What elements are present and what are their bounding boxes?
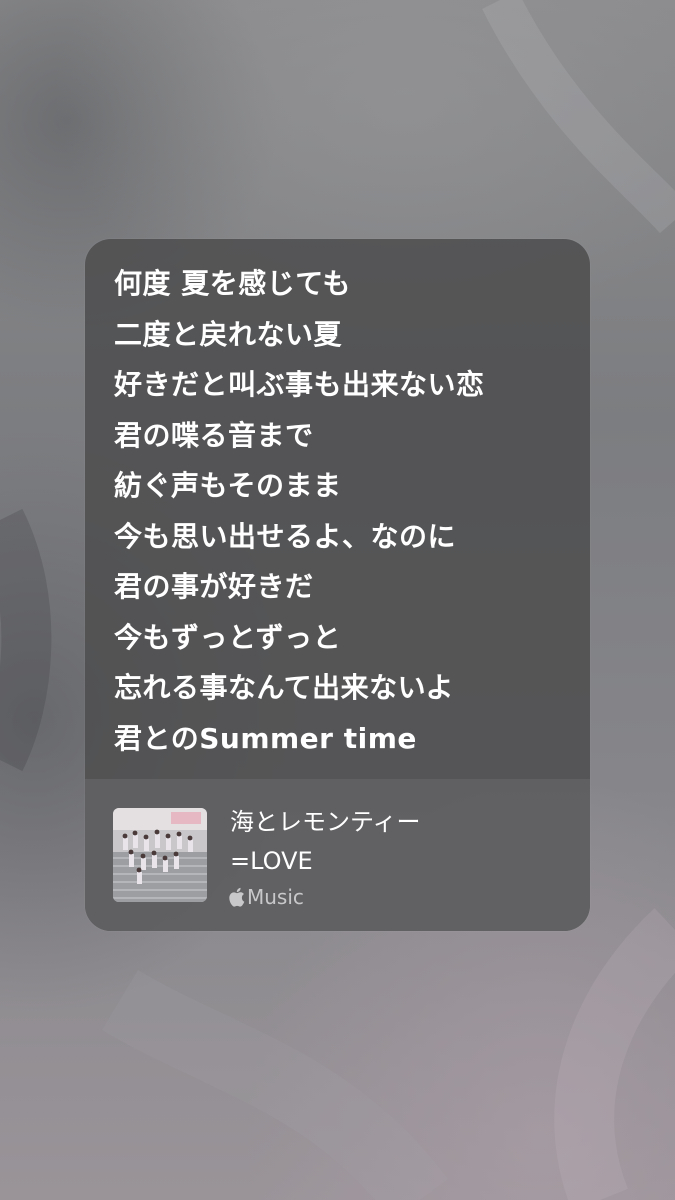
lyric-line: 好きだと叫ぶ事も出来ない恋 [114, 368, 485, 401]
artist-name: =LOVE [230, 847, 313, 875]
lyric-line: 二度と戻れない夏 [114, 317, 343, 351]
lyrics-list: 何度 夏を感じても 二度と戻れない夏 好きだと叫ぶ事も出来ない恋 君の喋る音まで… [114, 259, 485, 764]
lyric-line: 今も思い出せるよ、なのに [114, 519, 457, 553]
album-artwork-image [113, 808, 207, 902]
apple-music-label: Music [228, 884, 304, 910]
song-info-footer[interactable]: 海とレモンティー =LOVE Music [85, 779, 590, 931]
lyric-line: 何度 夏を感じても [114, 267, 351, 300]
lyrics-share-card[interactable]: 何度 夏を感じても 二度と戻れない夏 好きだと叫ぶ事も出来ない恋 君の喋る音まで… [85, 239, 590, 931]
lyric-line: 君の事が好きだ [114, 570, 314, 603]
lyric-line: 紡ぐ声もそのまま [114, 469, 342, 502]
song-title: 海とレモンティー [230, 808, 421, 836]
album-artwork[interactable] [113, 808, 207, 902]
apple-logo-icon [229, 887, 245, 907]
lyric-line: 君とのSummer time [114, 721, 417, 755]
lyric-line: 忘れる事なんて出来ないよ [114, 671, 455, 704]
lyric-line: 君の喋る音まで [114, 418, 314, 452]
service-label: Music [247, 885, 304, 909]
lyric-line: 今もずっとずっと [114, 620, 342, 654]
